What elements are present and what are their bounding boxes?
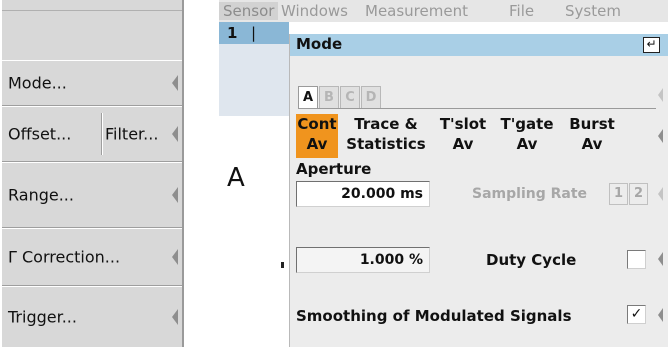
softkey-arrow-icon: [172, 75, 178, 91]
mode-label-line2: Av: [516, 135, 538, 153]
offset-filter-softkey: Offset... Filter...: [2, 106, 182, 162]
instrument-screen: Sensor Windows Measurement File System 1…: [219, 0, 668, 347]
mode-trace-statistics-button[interactable]: Trace & Statistics: [342, 114, 430, 158]
dialog-title: Mode: [296, 35, 343, 53]
range-softkey[interactable]: Range...: [2, 162, 182, 228]
mode-label-line2: Av: [306, 135, 328, 153]
channel-separator: |: [251, 24, 257, 42]
mode-dialog: Mode ↵ A B C D Cont Av Trace & Statistic…: [289, 34, 668, 347]
softkey-panel: Mode... Offset... Filter... Range... Γ C…: [2, 0, 184, 347]
menu-bar: Sensor Windows Measurement File System: [219, 0, 668, 22]
sampling-rate-label: Sampling Rate: [472, 186, 588, 202]
softkey-arrow-icon: [172, 187, 178, 203]
softkey-arrow-icon: [172, 249, 178, 265]
tab-d[interactable]: D: [361, 86, 381, 108]
softkey-arrow-icon: [172, 309, 178, 325]
menu-file[interactable]: File: [509, 2, 534, 20]
window-letter: A: [227, 163, 245, 193]
menu-windows[interactable]: Windows: [281, 2, 348, 20]
tab-b[interactable]: B: [319, 86, 339, 108]
range-softkey-label: Range...: [8, 185, 74, 205]
enter-icon[interactable]: ↵: [643, 37, 660, 53]
mode-label-line2: Av: [581, 135, 603, 153]
trigger-softkey[interactable]: Trigger...: [2, 286, 182, 347]
duty-cycle-field[interactable]: 1.000 %: [296, 247, 430, 273]
dialog-title-bar: Mode ↵: [290, 34, 668, 56]
menu-measurement[interactable]: Measurement: [365, 2, 468, 20]
tab-c[interactable]: C: [340, 86, 360, 108]
mode-scroll-arrow-icon: [658, 129, 663, 143]
menu-sensor[interactable]: Sensor: [219, 2, 279, 20]
sampling-arrow-icon: [658, 187, 663, 201]
mode-label-line1: T'slot: [439, 115, 487, 133]
tab-a[interactable]: A: [298, 86, 318, 109]
smoothing-checkbox[interactable]: ✓: [627, 305, 646, 324]
menu-system[interactable]: System: [565, 2, 621, 20]
channel-number: 1: [227, 24, 238, 42]
mode-tgate-av-button[interactable]: T'gate Av: [496, 114, 558, 158]
softkey-arrow-icon: [172, 126, 178, 142]
duty-cycle-checkbox[interactable]: [627, 250, 646, 269]
mode-cont-av-button[interactable]: Cont Av: [296, 114, 338, 158]
correction-softkey[interactable]: Γ Correction...: [2, 228, 182, 286]
smoothing-label: Smoothing of Modulated Signals: [296, 307, 572, 325]
sampling-rate-option-1[interactable]: 1: [609, 183, 628, 205]
mode-label-line1: Burst: [569, 115, 615, 133]
mode-tslot-av-button[interactable]: T'slot Av: [434, 114, 492, 158]
filter-softkey[interactable]: Filter...: [105, 125, 158, 144]
aperture-label: Aperture: [296, 160, 372, 178]
duty-cycle-arrow-icon: [658, 252, 663, 266]
softkey-panel-top: [2, 0, 182, 11]
tab-scroll-arrow-icon: [658, 88, 663, 102]
scale-tick: [281, 262, 284, 268]
mode-softkey[interactable]: Mode...: [2, 60, 182, 106]
window-header-band: [219, 44, 289, 116]
mode-label-line1: Trace &: [354, 115, 418, 133]
smoothing-arrow-icon: [658, 308, 663, 322]
channel-tab[interactable]: 1 |: [219, 22, 289, 44]
mode-label-line1: Cont: [297, 115, 337, 133]
measurement-window: A: [219, 44, 289, 347]
offset-softkey[interactable]: Offset...: [8, 125, 71, 144]
aperture-field[interactable]: 20.000 ms: [296, 181, 430, 207]
correction-softkey-label: Γ Correction...: [8, 247, 121, 267]
mode-label-line1: T'gate: [500, 115, 554, 133]
mode-burst-av-button[interactable]: Burst Av: [562, 114, 622, 158]
softkey-divider: [101, 113, 103, 155]
mode-label-line2: Statistics: [346, 135, 426, 153]
mode-softkey-label: Mode...: [8, 73, 67, 93]
mode-label-line2: Av: [452, 135, 474, 153]
trigger-softkey-label: Trigger...: [8, 307, 77, 327]
duty-cycle-label: Duty Cycle: [486, 251, 577, 269]
tab-divider: [298, 108, 656, 109]
sampling-rate-option-2[interactable]: 2: [629, 183, 648, 205]
